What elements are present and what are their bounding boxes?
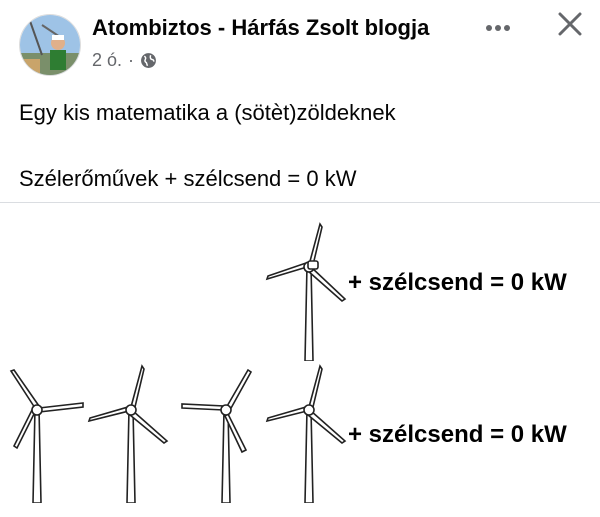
- more-dots-icon: [485, 19, 511, 37]
- meta-separator: ·: [128, 50, 135, 70]
- post-text-line-2: Szélerőművek + szélcsend = 0 kW: [19, 166, 357, 191]
- post-meta: 2 ó. ·: [92, 50, 157, 71]
- post-image[interactable]: + szélcsend = 0 kW + szélcsend = 0 kW: [0, 203, 600, 503]
- more-options-button[interactable]: [478, 12, 518, 44]
- post-time[interactable]: 2 ó.: [92, 50, 122, 71]
- wind-turbine-icon: [87, 364, 169, 503]
- wind-turbine-icon: [265, 222, 347, 361]
- close-button[interactable]: [552, 8, 588, 44]
- wind-turbine-icon: [9, 369, 84, 503]
- post-body: Egy kis matematika a (sötèt)zöldeknek Sz…: [19, 96, 579, 195]
- image-caption-top: + szélcsend = 0 kW: [348, 269, 567, 296]
- close-icon: [558, 12, 582, 41]
- globe-icon[interactable]: [140, 52, 157, 69]
- post-header: Atombiztos - Hárfás Zsolt blogja 2 ó. ·: [0, 0, 600, 86]
- wind-turbine-icon: [265, 364, 347, 503]
- avatar[interactable]: [19, 14, 81, 76]
- image-caption-bottom: + szélcsend = 0 kW: [348, 421, 567, 448]
- wind-turbine-icon: [181, 368, 253, 503]
- post-author[interactable]: Atombiztos - Hárfás Zsolt blogja: [92, 15, 429, 41]
- post-text-line-1: Egy kis matematika a (sötèt)zöldeknek: [19, 100, 396, 125]
